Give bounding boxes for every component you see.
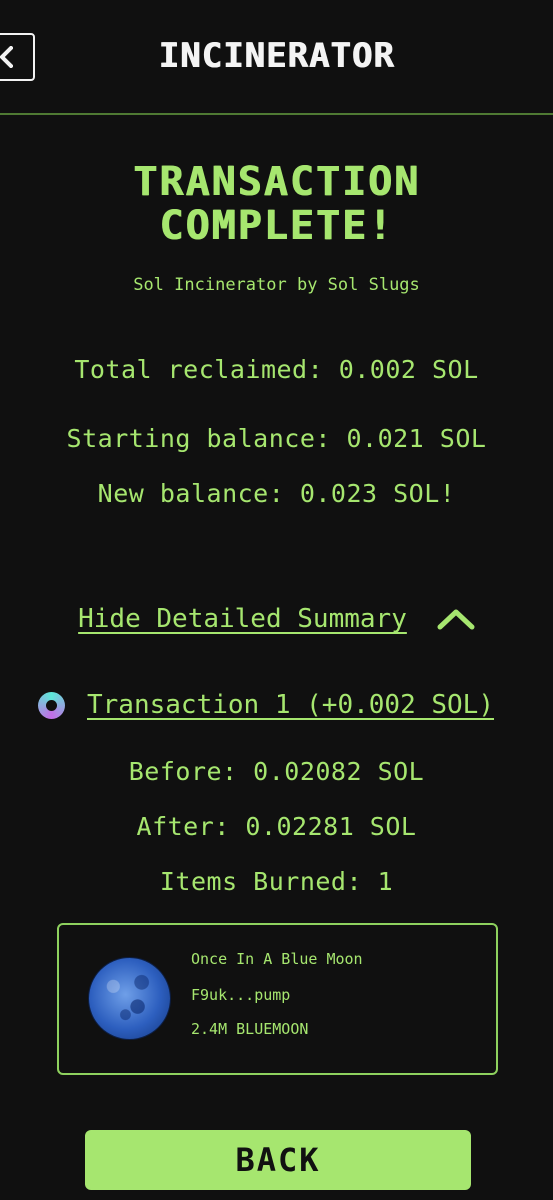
chevron-up-icon[interactable] (437, 607, 475, 631)
status-heading-line1: TRANSACTION (133, 159, 420, 205)
hide-summary-link[interactable]: Hide Detailed Summary (78, 604, 407, 634)
transaction-row: Transaction 1 (+0.002 SOL) (38, 690, 494, 720)
new-balance: New balance: 0.023 SOL! (97, 479, 456, 508)
transaction-link[interactable]: Transaction 1 (+0.002 SOL) (87, 690, 494, 720)
token-address: F9uk...pump (191, 986, 291, 1004)
starting-balance: Starting balance: 0.021 SOL (66, 424, 487, 453)
token-card: Once In A Blue Moon F9uk...pump 2.4M BLU… (57, 923, 498, 1075)
token-amount: 2.4M BLUEMOON (191, 1020, 309, 1038)
page-title: INCINERATOR (158, 36, 395, 76)
back-button[interactable]: BACK (85, 1130, 471, 1190)
tx-items-burned: Items Burned: 1 (159, 867, 394, 896)
subtitle: Sol Incinerator by Sol Slugs (133, 275, 420, 295)
header-bar: INCINERATOR (0, 0, 553, 115)
blue-moon-token-image (89, 958, 170, 1039)
solana-explorer-icon (38, 691, 65, 719)
tx-after: After: 0.02281 SOL (136, 812, 417, 841)
total-reclaimed: Total reclaimed: 0.002 SOL (74, 355, 479, 384)
details-toggle[interactable]: Hide Detailed Summary (0, 604, 553, 634)
tx-before: Before: 0.02082 SOL (128, 757, 425, 786)
token-name: Once In A Blue Moon (191, 950, 363, 968)
status-heading: TRANSACTION COMPLETE! (0, 160, 553, 248)
status-heading-line2: COMPLETE! (159, 203, 394, 249)
